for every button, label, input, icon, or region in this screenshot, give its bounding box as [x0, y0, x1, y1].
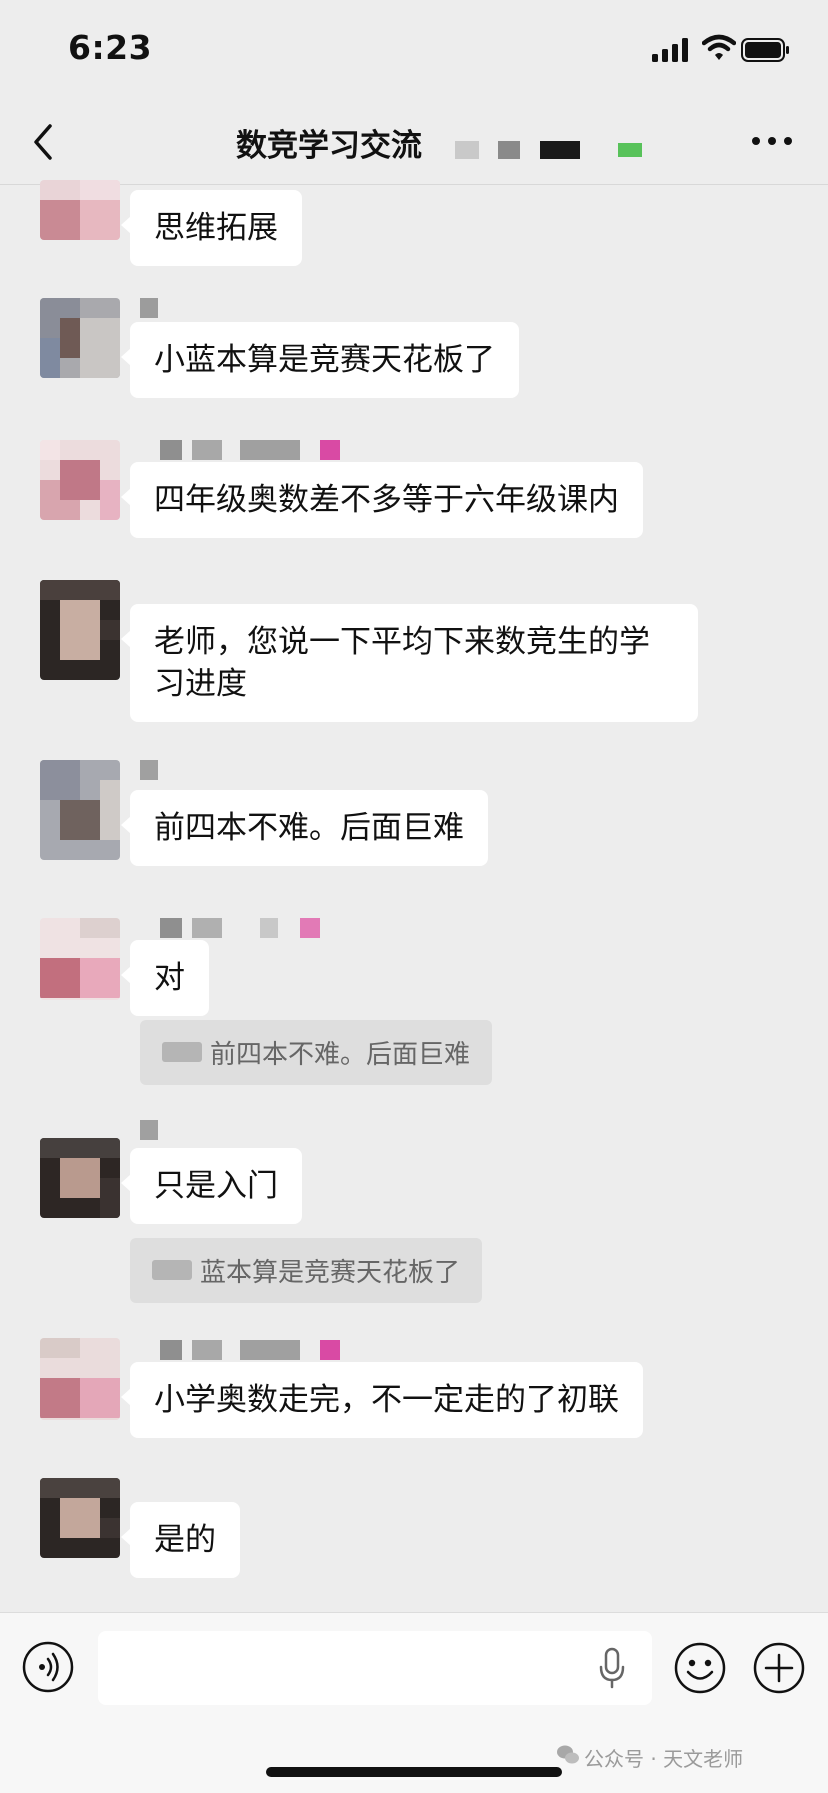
- message-bubble[interactable]: 前四本不难。后面巨难: [121, 790, 488, 866]
- message-bubble[interactable]: 思维拓展: [121, 190, 302, 266]
- signal-icon: [652, 38, 688, 62]
- title-blur: [618, 143, 642, 157]
- status-time: 6:23: [68, 28, 153, 67]
- avatar[interactable]: [40, 1338, 120, 1420]
- avatar[interactable]: [40, 180, 120, 240]
- avatar[interactable]: [40, 298, 120, 378]
- avatar[interactable]: [40, 1138, 120, 1218]
- message-bubble[interactable]: 老师，您说一下平均下来数竞生的学习进度: [121, 604, 698, 722]
- quote-sender-blur: [162, 1042, 202, 1062]
- message-bubble[interactable]: 小学奥数走完，不一定走的了初联: [121, 1362, 643, 1438]
- watermark: 公众号 · 天文老师: [557, 1743, 744, 1772]
- title-blur: [498, 141, 520, 159]
- avatar[interactable]: [40, 760, 120, 860]
- message-input[interactable]: [98, 1631, 652, 1705]
- chat-title: 数竞学习交流: [236, 128, 422, 164]
- emoji-icon[interactable]: [673, 1641, 727, 1695]
- more-icon[interactable]: [750, 134, 794, 148]
- chat-header: 数竞学习交流: [0, 100, 828, 185]
- message-bubble[interactable]: 对: [121, 940, 209, 1016]
- avatar[interactable]: [40, 580, 120, 680]
- quoted-message[interactable]: 前四本不难。后面巨难: [140, 1020, 493, 1085]
- quote-text: 蓝本算是竞赛天花板了: [200, 1258, 461, 1288]
- quote-text: 前四本不难。后面巨难: [210, 1040, 471, 1070]
- message-bubble[interactable]: 只是入门: [121, 1148, 302, 1224]
- title-blur: [455, 141, 479, 159]
- avatar[interactable]: [40, 1478, 120, 1558]
- wifi-icon: [702, 34, 736, 60]
- back-icon[interactable]: [26, 120, 62, 164]
- plus-icon[interactable]: [752, 1641, 806, 1695]
- quoted-message[interactable]: 蓝本算是竞赛天花板了: [130, 1238, 483, 1303]
- input-bar: 公众号 · 天文老师: [0, 1612, 828, 1793]
- message-bubble[interactable]: 是的: [121, 1502, 240, 1578]
- status-bar: 6:23: [0, 0, 828, 100]
- quote-sender-blur: [152, 1260, 192, 1280]
- title-blur: [540, 141, 580, 159]
- message-bubble[interactable]: 四年级奥数差不多等于六年级课内: [121, 462, 643, 538]
- avatar[interactable]: [40, 918, 120, 1000]
- voice-icon[interactable]: [22, 1641, 74, 1693]
- home-indicator[interactable]: [266, 1767, 562, 1777]
- avatar[interactable]: [40, 440, 120, 520]
- message-bubble[interactable]: 小蓝本算是竞赛天花板了: [121, 322, 519, 398]
- battery-icon: [741, 38, 789, 62]
- wechat-icon: [557, 1745, 579, 1764]
- microphone-icon[interactable]: [598, 1647, 626, 1689]
- watermark-text: 公众号 · 天文老师: [584, 1747, 744, 1771]
